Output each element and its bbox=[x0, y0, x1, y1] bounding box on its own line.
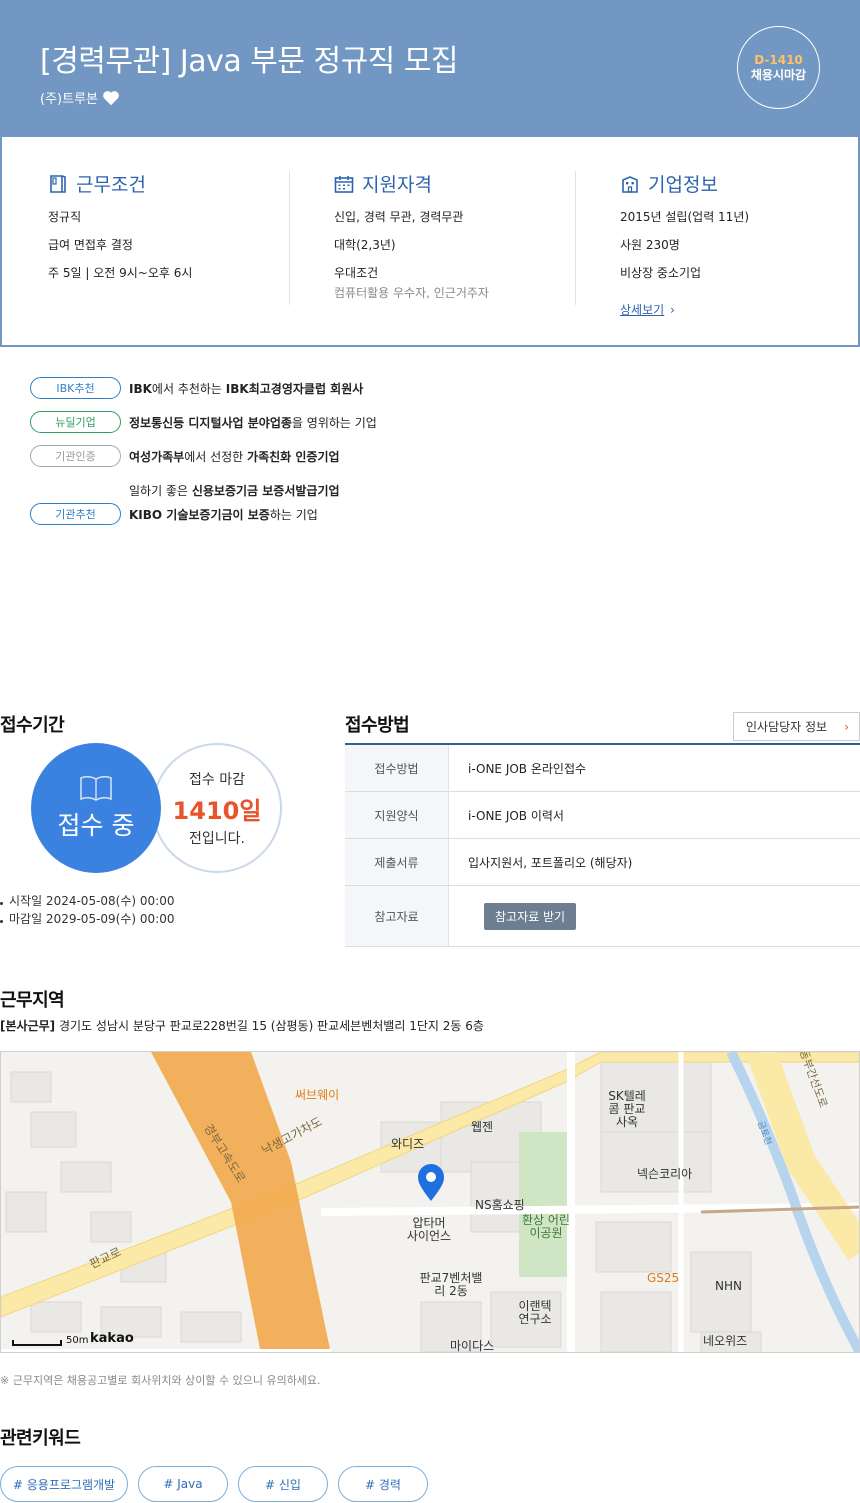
badge-description: IBK에서 추천하는 IBK최고경영자클럽 회원사 bbox=[129, 382, 364, 396]
keywords-title: 관련키워드 bbox=[0, 1428, 81, 1449]
keyword-tag[interactable]: # Java bbox=[138, 1466, 228, 1502]
company-detail-link[interactable]: 상세보기 bbox=[620, 301, 664, 318]
keyword-tag[interactable]: # 신입 bbox=[238, 1466, 328, 1502]
deadline-days: 1410일 bbox=[172, 796, 262, 825]
badge-description: 정보통신등 디지털사업 분야업종을 영위하는 기업 bbox=[129, 416, 377, 430]
deadline-circle: 접수 마감 1410일 전입니다. bbox=[152, 743, 282, 873]
badge-ibk: IBK추천 bbox=[30, 377, 121, 399]
table-row: 참고자료 참고자료 받기 bbox=[345, 886, 860, 947]
end-date: 마감일 2029-05-09(수) 00:00 bbox=[0, 910, 174, 927]
table-row: 지원양식 i-ONE JOB 이력서 bbox=[345, 792, 860, 839]
map-poi: 네오위즈 bbox=[703, 1334, 748, 1348]
chevron-right-icon: › bbox=[670, 303, 675, 317]
divider bbox=[575, 171, 576, 305]
qualification-line: 대학(2,3년) bbox=[334, 238, 396, 252]
chevron-right-icon: › bbox=[844, 719, 849, 734]
hr-contact-button[interactable]: 인사담당자 정보 › bbox=[733, 712, 860, 741]
period-title: 접수기간 bbox=[0, 715, 65, 736]
job-header: [경력무관] Java 부문 정규직 모집 (주)트루본 D-1410 채용시마… bbox=[0, 0, 860, 137]
location-map[interactable]: 써브웨이 웹젠 와디즈 SK텔레콤 판교사옥 넥슨코리아 NS홈쇼핑 환상 어린… bbox=[0, 1051, 860, 1353]
location-title: 근무지역 bbox=[0, 990, 65, 1011]
qualifications-title: 지원자격 bbox=[362, 174, 432, 196]
building-icon bbox=[622, 175, 638, 193]
method-table: 접수방법 i-ONE JOB 온라인접수 지원양식 i-ONE JOB 이력서 … bbox=[345, 743, 860, 947]
map-poi: 판교7벤처밸리 2동 bbox=[419, 1271, 483, 1298]
period-status-circle: 접수 중 bbox=[31, 743, 161, 873]
keyword-tag[interactable]: # 응용프로그램개발 bbox=[0, 1466, 128, 1502]
job-title: [경력무관] Java 부문 정규직 모집 bbox=[40, 44, 459, 79]
work-line: 급여 면접후 결정 bbox=[48, 238, 133, 252]
dday-badge: D-1410 채용시마감 bbox=[737, 26, 820, 109]
qualification-line: 신입, 경력 무관, 경력무관 bbox=[334, 210, 464, 224]
location-note: ※ 근무지역은 채용공고별로 회사위치와 상이할 수 있으니 유의하세요. bbox=[0, 1374, 321, 1387]
company-line: 사원 230명 bbox=[620, 238, 680, 252]
company-line: 비상장 중소기업 bbox=[620, 266, 702, 280]
map-poi: 써브웨이 bbox=[295, 1088, 340, 1102]
map-poi: NS홈쇼핑 bbox=[475, 1198, 525, 1212]
map-poi: 환상 어린이공원 bbox=[522, 1213, 570, 1240]
company-info-title: 기업정보 bbox=[648, 174, 718, 196]
badge-newdeal: 뉴딜기업 bbox=[30, 411, 121, 433]
map-scale: 50m bbox=[12, 1335, 88, 1346]
divider bbox=[289, 171, 290, 305]
badge-description: 여성가족부에서 선정한 가족친화 인증기업 bbox=[129, 450, 340, 464]
work-conditions: 근무조건 정규직 급여 면접후 결정 주 5일 | 오전 9시~오후 6시 bbox=[48, 170, 192, 281]
calendar-icon bbox=[334, 175, 354, 193]
work-line: 주 5일 | 오전 9시~오후 6시 bbox=[48, 266, 193, 280]
door-icon bbox=[50, 174, 66, 193]
keyword-tag[interactable]: # 경력 bbox=[338, 1466, 428, 1502]
badge-description: 일하기 좋은 신용보증기금 보증서발급기업 bbox=[129, 484, 340, 498]
map-poi: 압타머 사이언스 bbox=[406, 1216, 452, 1243]
dday-label: 채용시마감 bbox=[750, 67, 807, 82]
company-name[interactable]: (주)트루본 bbox=[40, 88, 120, 107]
qualification-line: 우대조건 bbox=[334, 266, 379, 280]
badge-description: KIBO 기술보증기금이 보증하는 기업 bbox=[129, 508, 318, 522]
qualifications: 지원자격 신입, 경력 무관, 경력무관 대학(2,3년) 우대조건 컴퓨터활용… bbox=[334, 170, 489, 301]
company-name-text: (주)트루본 bbox=[40, 92, 98, 107]
badge-row: 기관추천 bbox=[30, 503, 121, 525]
deadline-suffix: 전입니다. bbox=[189, 830, 245, 847]
download-reference-button[interactable]: 참고자료 받기 bbox=[484, 902, 577, 930]
map-poi: GS25 bbox=[647, 1271, 680, 1285]
table-row: 제출서류 입사지원서, 포트폴리오 (해당자) bbox=[345, 839, 860, 886]
method-title: 접수방법 bbox=[345, 715, 410, 736]
map-poi: 넥슨코리아 bbox=[637, 1167, 693, 1181]
work-conditions-title: 근무조건 bbox=[76, 174, 146, 196]
book-icon bbox=[80, 775, 112, 801]
map-poi: 이랜텍 연구소 bbox=[518, 1299, 552, 1326]
map-poi: 웹젠 bbox=[471, 1120, 494, 1134]
deadline-label: 접수 마감 bbox=[189, 771, 245, 788]
dday-code: D-1410 bbox=[754, 52, 803, 67]
work-address: [본사근무] 경기도 성남시 분당구 판교로228번길 15 (삼평동) 판교세… bbox=[0, 1019, 484, 1033]
company-line: 2015년 설립(업력 11년) bbox=[620, 210, 750, 224]
work-line: 정규직 bbox=[48, 210, 82, 224]
map-poi: SK텔레콤 판교사옥 bbox=[608, 1089, 646, 1129]
start-date: 시작일 2024-05-08(수) 00:00 bbox=[0, 892, 174, 909]
map-poi: 와디즈 bbox=[391, 1137, 425, 1151]
preferred-conditions: 컴퓨터활용 우수자, 인근거주자 bbox=[334, 286, 489, 300]
badge-recommended: 기관추천 bbox=[30, 503, 121, 525]
badge-row: IBK추천 bbox=[30, 377, 121, 399]
keyword-list: # 응용프로그램개발 # Java # 신입 # 경력 bbox=[0, 1466, 428, 1502]
job-summary-box: 근무조건 정규직 급여 면접후 결정 주 5일 | 오전 9시~오후 6시 지원… bbox=[0, 137, 860, 347]
map-brand-logo: kakao bbox=[90, 1331, 134, 1346]
map-poi: NHN bbox=[715, 1279, 742, 1293]
table-row: 접수방법 i-ONE JOB 온라인접수 bbox=[345, 745, 860, 792]
badge-row: 기관인증 bbox=[30, 445, 121, 467]
map-pin-icon bbox=[418, 1164, 444, 1201]
heart-icon[interactable] bbox=[102, 90, 120, 106]
badge-row: 뉴딜기업 bbox=[30, 411, 121, 433]
company-info: 기업정보 2015년 설립(업력 11년) 사원 230명 비상장 중소기업 상… bbox=[620, 170, 749, 318]
badge-certified: 기관인증 bbox=[30, 445, 121, 467]
period-status: 접수 중 bbox=[57, 811, 135, 840]
map-base bbox=[1, 1052, 859, 1352]
map-poi: 마이다스 bbox=[450, 1339, 495, 1353]
